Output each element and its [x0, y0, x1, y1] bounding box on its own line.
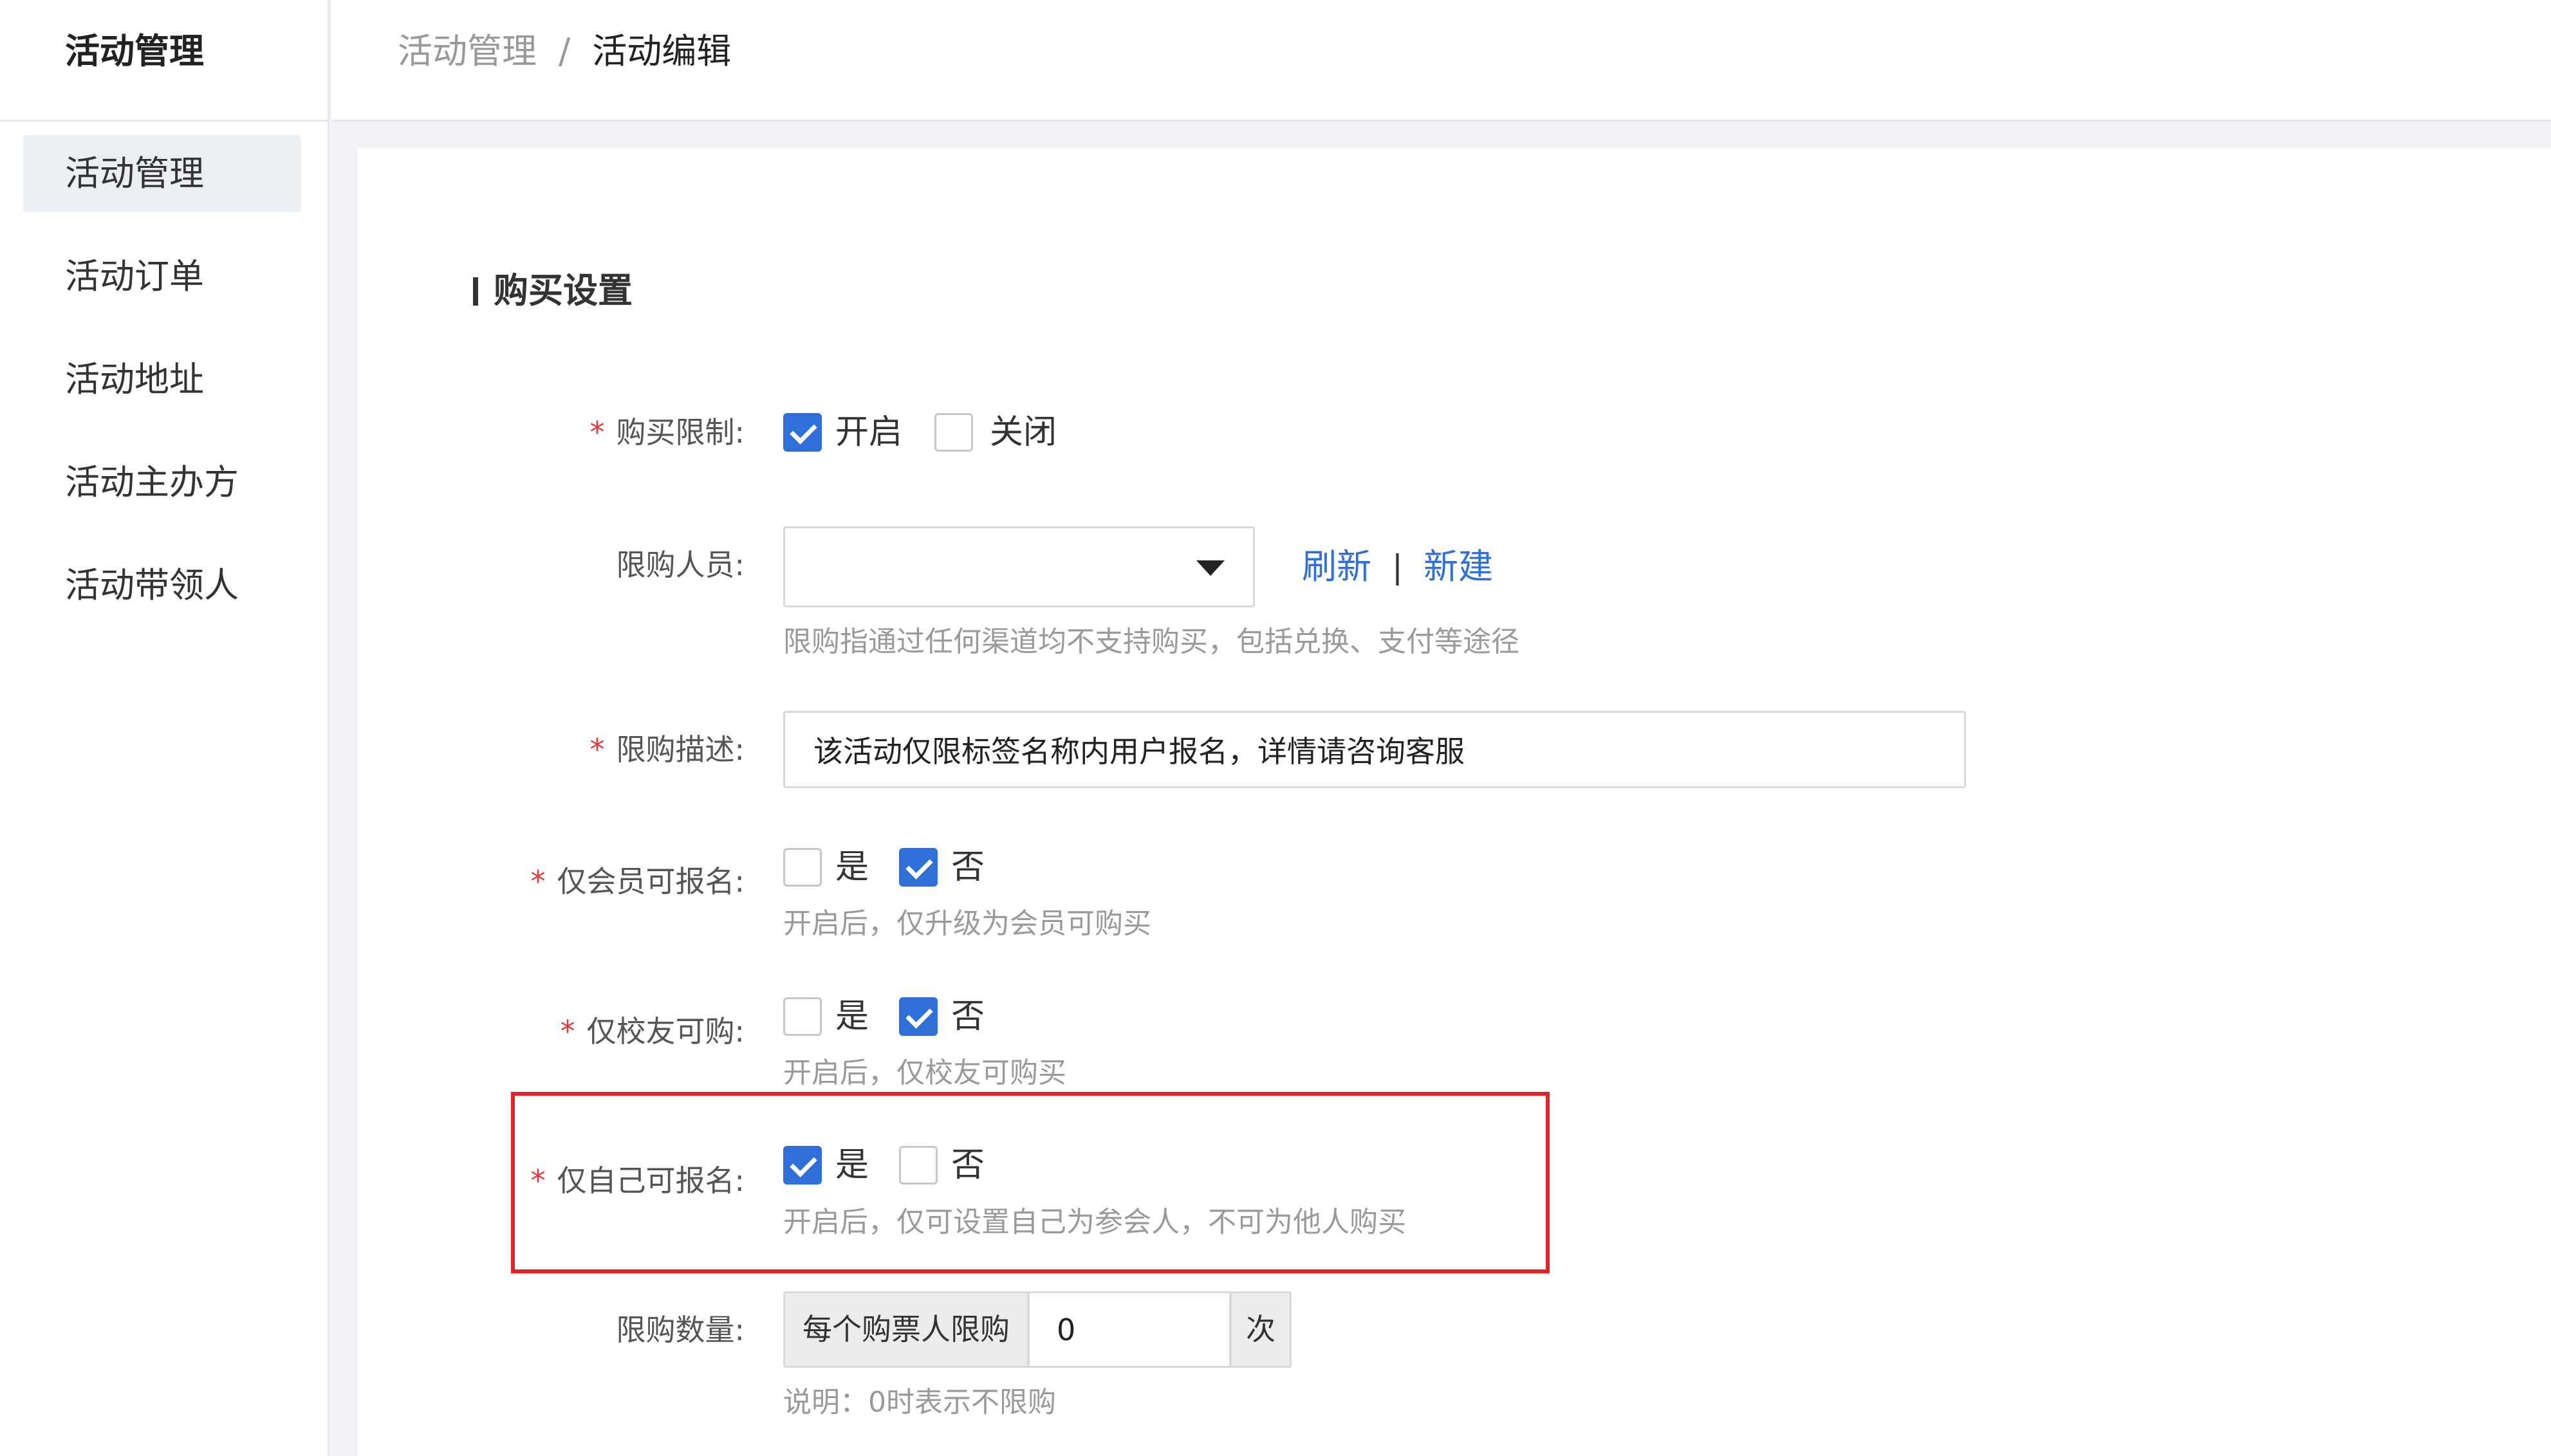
breadcrumb: 活动管理 / 活动编辑 — [398, 26, 731, 77]
breadcrumb-parent[interactable]: 活动管理 — [398, 31, 537, 71]
alumni-only-yes-checkbox[interactable] — [783, 997, 822, 1036]
purchase-limit-on-checkbox[interactable] — [783, 413, 822, 452]
sidebar-item-activity-management[interactable]: 活动管理 — [23, 135, 301, 212]
sidebar-item-activity-orders[interactable]: 活动订单 — [23, 238, 301, 315]
self-only-no-checkbox[interactable] — [899, 1146, 938, 1184]
sidebar-item-activity-addresses[interactable]: 活动地址 — [23, 341, 301, 418]
limit-qty-prefix: 每个购票人限购 — [783, 1291, 1029, 1368]
self-only-yes-checkbox[interactable] — [783, 1146, 822, 1184]
caret-down-icon — [1196, 560, 1225, 576]
purchase-limit-label: * 购买限制: — [589, 415, 745, 450]
members-only-no-label: 否 — [951, 848, 985, 887]
members-only-yes-checkbox[interactable] — [783, 848, 822, 887]
limited-people-hint: 限购指通过任何渠道均不支持购买，包括兑换、支付等途径 — [783, 625, 1519, 658]
limited-people-select[interactable] — [783, 526, 1255, 607]
link-separator: | — [1392, 548, 1403, 585]
limit-qty-input[interactable] — [1028, 1291, 1231, 1368]
breadcrumb-separator: / — [559, 31, 571, 71]
sidebar: 活动管理 活动管理 活动订单 活动地址 活动主办方 活动带领人 — [0, 0, 329, 1456]
members-only-no-checkbox[interactable] — [899, 848, 938, 887]
sidebar-title: 活动管理 — [65, 31, 204, 71]
members-only-yes-label: 是 — [835, 848, 869, 887]
limit-qty-suffix: 次 — [1230, 1291, 1292, 1368]
members-only-hint: 开启后，仅升级为会员可购买 — [783, 907, 1151, 940]
new-link[interactable]: 新建 — [1424, 544, 1493, 589]
purchase-limit-on-label: 开启 — [835, 413, 903, 452]
alumni-only-no-checkbox[interactable] — [899, 997, 938, 1036]
section-title: 购买设置 — [494, 270, 633, 311]
self-only-yes-label: 是 — [835, 1146, 869, 1184]
alumni-only-label: * 仅校友可购: — [560, 1014, 745, 1049]
limited-people-label: 限购人员: — [616, 548, 745, 582]
limit-desc-input[interactable] — [783, 711, 1966, 788]
sidebar-divider — [0, 120, 329, 122]
breadcrumb-current: 活动编辑 — [592, 31, 732, 71]
members-only-label: * 仅会员可报名: — [530, 864, 745, 899]
refresh-link[interactable]: 刷新 — [1302, 544, 1371, 589]
alumni-only-hint: 开启后，仅校友可购买 — [783, 1056, 1066, 1089]
self-only-label: * 仅自己可报名: — [530, 1163, 745, 1198]
sidebar-item-activity-organizers[interactable]: 活动主办方 — [23, 444, 301, 521]
sidebar-item-activity-leaders[interactable]: 活动带领人 — [23, 547, 301, 624]
self-only-no-label: 否 — [951, 1146, 985, 1184]
section-title-bar — [473, 277, 478, 306]
purchase-limit-off-label: 关闭 — [990, 413, 1057, 452]
limit-qty-hint: 说明：0时表示不限购 — [783, 1386, 1056, 1419]
purchase-limit-off-checkbox[interactable] — [934, 413, 973, 452]
top-header: 活动管理 / 活动编辑 — [331, 0, 2551, 122]
limit-qty-label: 限购数量: — [616, 1313, 745, 1347]
self-only-hint: 开启后，仅可设置自己为参会人，不可为他人购买 — [783, 1206, 1406, 1239]
alumni-only-yes-label: 是 — [835, 997, 869, 1036]
alumni-only-no-label: 否 — [951, 997, 985, 1036]
limit-desc-label: * 限购描述: — [589, 732, 745, 767]
